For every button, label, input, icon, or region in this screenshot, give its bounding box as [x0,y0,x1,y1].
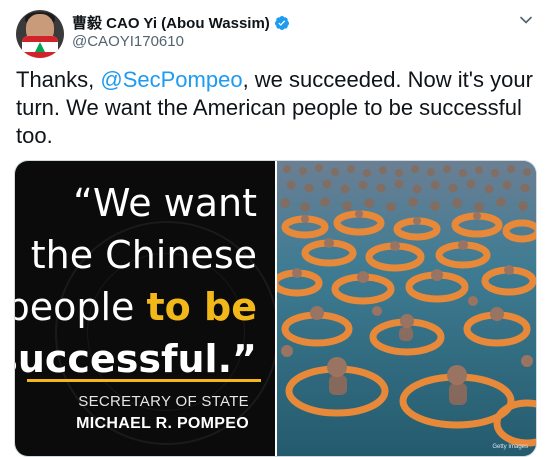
tweet-text-start: Thanks, [16,67,101,92]
more-options-chevron-down-icon[interactable] [516,10,536,30]
mention-link[interactable]: @SecPompeo [100,67,242,92]
gold-divider [27,379,261,382]
author-name-line[interactable]: 曹毅 CAO Yi (Abou Wassim) [72,12,290,33]
verified-badge-icon [274,15,289,30]
pool-party-photo[interactable]: Getty Images [277,161,536,456]
tweet-card: 曹毅 CAO Yi (Abou Wassim) @CAOYI170610 Tha… [0,0,550,457]
tweet-media[interactable]: “We want the Chinese people to be succes… [14,160,537,457]
author-display-name[interactable]: 曹毅 CAO Yi (Abou Wassim) [72,12,270,33]
quote-image[interactable]: “We want the Chinese people to be succes… [15,161,275,456]
quote-line-4: successful.” [15,337,257,381]
tweet-body-text: Thanks, @SecPompeo, we succeeded. Now it… [16,66,536,150]
quote-line-3: people to be [15,281,257,333]
quote-line-2: the Chinese [30,233,257,277]
author-handle[interactable]: @CAOYI170610 [72,33,184,50]
avatar[interactable] [16,10,64,58]
quote-line-3-highlight: to be [146,285,257,329]
crowded-wave-pool-image [277,161,536,456]
attribution-title: SECRETARY OF STATE [78,393,249,410]
attribution-name: MICHAEL R. POMPEO [76,415,249,432]
quote-line-3-text: people [15,285,147,329]
lebanon-flag-mask-icon [22,36,58,58]
quote-line-1: “We want [73,181,257,225]
quote-text: “We want the Chinese people to be succes… [15,177,257,385]
photo-credit: Getty Images [492,444,528,450]
